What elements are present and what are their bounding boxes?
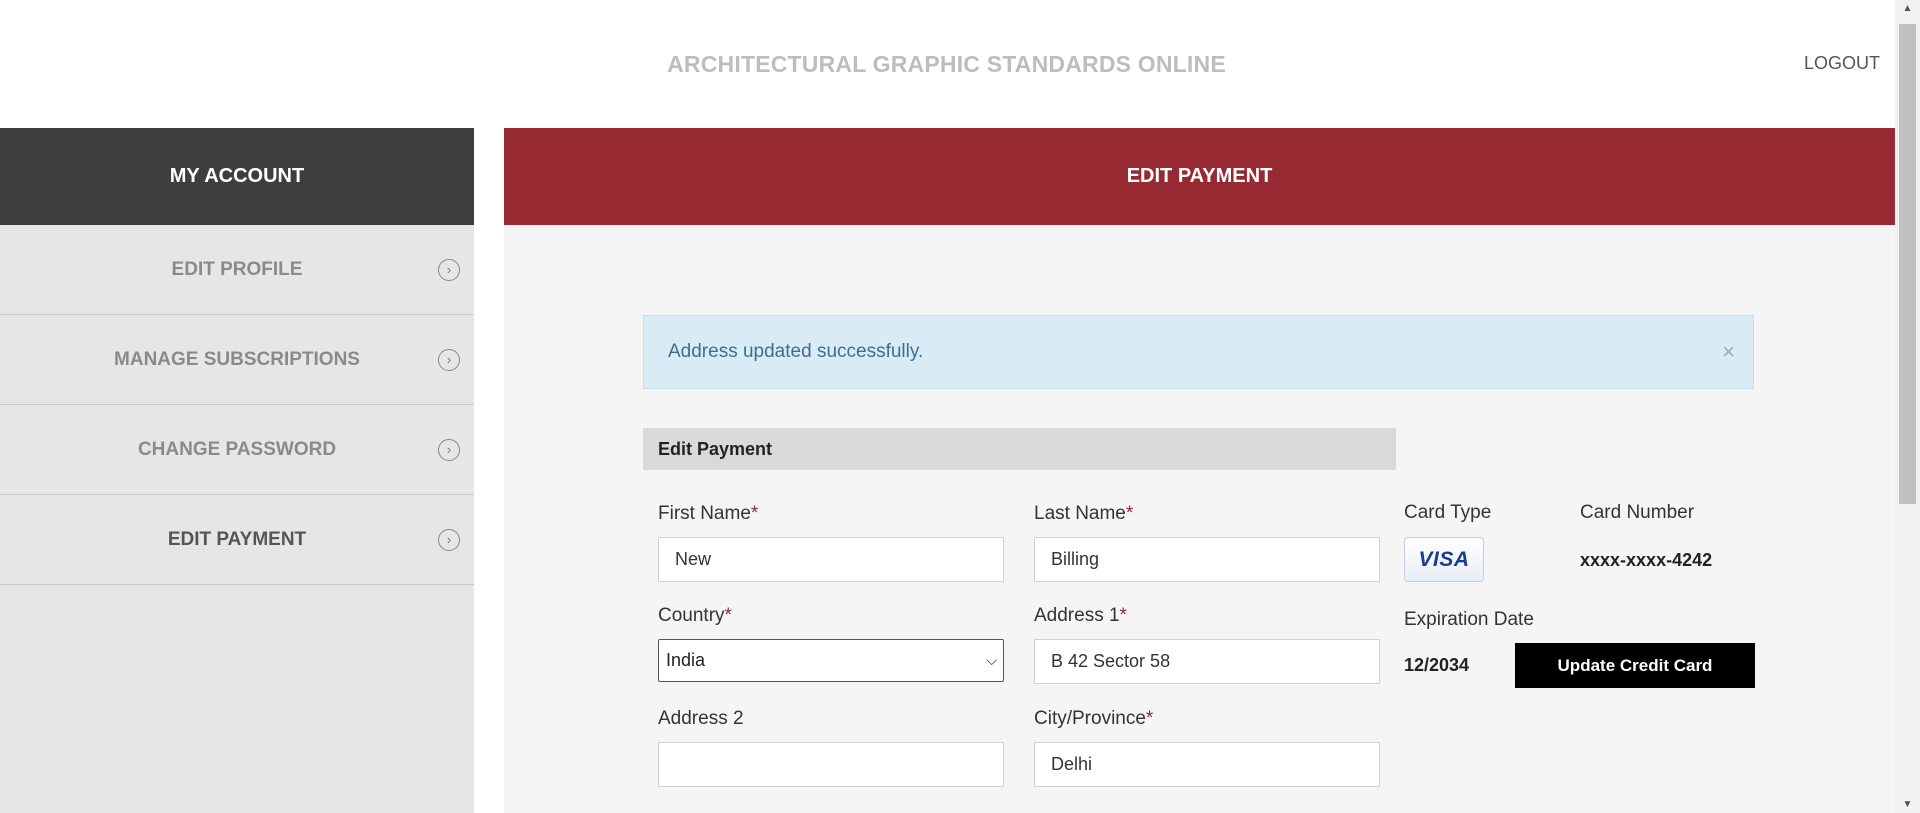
last-name-label: Last Name* [1034, 503, 1134, 524]
card-number-value: xxxx-xxxx-4242 [1580, 550, 1713, 570]
country-select-value: India [666, 650, 706, 670]
chevron-right-circle-icon: › [438, 349, 460, 371]
sidebar-item-edit-profile[interactable]: EDIT PROFILE › [0, 225, 474, 315]
sidebar-item-change-password[interactable]: CHANGE PASSWORD › [0, 405, 474, 495]
success-alert: Address updated successfully. × [643, 315, 1754, 389]
scroll-up-arrow-icon[interactable]: ▲ [1895, 0, 1920, 17]
chevron-right-circle-icon: › [438, 439, 460, 461]
sidebar-item-label: MANAGE SUBSCRIPTIONS [114, 349, 360, 370]
sidebar: MY ACCOUNT EDIT PROFILE › MANAGE SUBSCRI… [0, 128, 474, 813]
expiration-date-value: 12/2034 [1404, 655, 1470, 675]
country-label: Country* [658, 605, 732, 626]
alert-message: Address updated successfully. [668, 341, 924, 362]
city-input[interactable] [1034, 742, 1380, 787]
page-title: EDIT PAYMENT [504, 128, 1895, 225]
chevron-right-circle-icon: › [438, 259, 460, 281]
city-label: City/Province* [1034, 708, 1154, 729]
address2-label: Address 2 [658, 708, 744, 729]
first-name-label: First Name* [658, 503, 759, 524]
edit-payment-heading: Edit Payment [643, 428, 1396, 470]
sidebar-item-label: CHANGE PASSWORD [137, 439, 337, 460]
address2-input[interactable] [658, 742, 1004, 787]
page-scrollbar[interactable]: ▲ ▼ [1895, 0, 1920, 813]
sidebar-item-edit-payment[interactable]: EDIT PAYMENT › [0, 495, 474, 585]
chevron-right-circle-icon: › [438, 529, 460, 551]
update-credit-card-button[interactable]: Update Credit Card [1515, 643, 1755, 688]
main-content: Address updated successfully. × Edit Pay… [504, 225, 1895, 813]
sidebar-item-label: EDIT PAYMENT [167, 529, 307, 550]
card-type-label: Card Type [1404, 502, 1492, 523]
address1-input[interactable] [1034, 639, 1380, 684]
expiration-date-label: Expiration Date [1404, 609, 1534, 630]
sidebar-title: MY ACCOUNT [0, 128, 474, 225]
close-icon[interactable]: × [1722, 316, 1735, 388]
chevron-down-icon: ⌵ [986, 652, 997, 668]
scroll-down-arrow-icon[interactable]: ▼ [1895, 796, 1920, 813]
sidebar-item-label: EDIT PROFILE [171, 259, 303, 280]
visa-card-icon: VISA [1404, 537, 1484, 582]
country-select[interactable]: India ⌵ [658, 639, 1004, 682]
sidebar-item-manage-subscriptions[interactable]: MANAGE SUBSCRIPTIONS › [0, 315, 474, 405]
address1-label: Address 1* [1034, 605, 1127, 626]
logout-link[interactable]: LOGOUT [1804, 53, 1880, 74]
last-name-input[interactable] [1034, 537, 1380, 582]
card-number-label: Card Number [1580, 502, 1695, 523]
first-name-input[interactable] [658, 537, 1004, 582]
scrollbar-thumb[interactable] [1899, 24, 1916, 504]
site-title: ARCHITECTURAL GRAPHIC STANDARDS ONLINE [667, 51, 1226, 77]
